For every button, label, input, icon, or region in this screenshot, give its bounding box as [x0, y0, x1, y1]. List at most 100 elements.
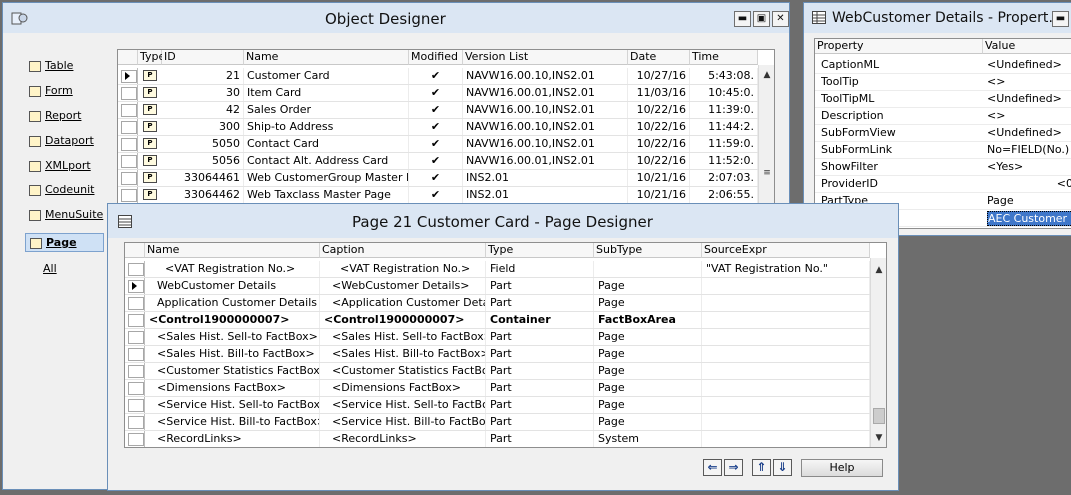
- nav-item-page[interactable]: Page: [25, 233, 104, 252]
- value-column-header[interactable]: Value: [983, 39, 1071, 54]
- object-row[interactable]: P 5050 Contact Card ✔ NAVW16.00.10,INS2.01 10…: [118, 136, 758, 153]
- pd-column-header-sourceexpr[interactable]: SourceExpr: [702, 243, 870, 258]
- control-row[interactable]: Application Customer Details <Application…: [125, 295, 870, 312]
- property-row[interactable]: CaptionML <Undefined>: [815, 57, 1071, 74]
- object-row[interactable]: P 42 Sales Order ✔ NAVW16.00.10,INS2.01 10/22…: [118, 102, 758, 119]
- property-value-cell[interactable]: <Undefined>: [987, 91, 1071, 107]
- row-selector[interactable]: [118, 153, 138, 169]
- move-up-button[interactable]: ⇑: [752, 459, 771, 476]
- close-button[interactable]: ✕: [772, 11, 789, 27]
- pd-scroll-down-icon[interactable]: ▼: [871, 430, 886, 447]
- move-left-button[interactable]: ⇐: [703, 459, 722, 476]
- row-selector[interactable]: [118, 187, 138, 203]
- nav-item-dataport[interactable]: Dataport: [29, 134, 94, 147]
- column-header-modified[interactable]: Modified: [409, 50, 463, 65]
- property-row[interactable]: ToolTipML <Undefined>: [815, 91, 1071, 108]
- row-selector[interactable]: [118, 85, 138, 101]
- help-button[interactable]: Help: [801, 459, 883, 477]
- row-selector[interactable]: [125, 397, 145, 413]
- control-row[interactable]: WebCustomer Details <WebCustomer Details>…: [125, 278, 870, 295]
- object-row[interactable]: P 30 Item Card ✔ NAVW16.00.01,INS2.01 11/03/1…: [118, 85, 758, 102]
- row-selector[interactable]: [118, 102, 138, 118]
- nav-item-xmlport[interactable]: XMLport: [29, 159, 91, 172]
- object-row[interactable]: P 21 Customer Card ✔ NAVW16.00.10,INS2.01 10/…: [118, 68, 758, 85]
- object-row[interactable]: P 33064462 Web Taxclass Master Page ✔ INS2.0…: [118, 187, 758, 204]
- nav-item-menusuite[interactable]: MenuSuite: [29, 208, 103, 221]
- properties-minimize-button[interactable]: ▬: [1052, 11, 1069, 27]
- property-value-cell[interactable]: <Undefined>: [987, 57, 1071, 73]
- control-row[interactable]: <Customer Statistics FactBox> <Customer S…: [125, 363, 870, 380]
- control-name-cell: <Sales Hist. Sell-to FactBox>: [145, 329, 320, 345]
- column-header-version-list[interactable]: Version List: [463, 50, 628, 65]
- nav-item-codeunit[interactable]: Codeunit: [29, 183, 94, 196]
- pd-column-header-name[interactable]: Name: [145, 243, 320, 258]
- minimize-button[interactable]: ▬: [734, 11, 751, 27]
- column-header-id[interactable]: ID: [162, 50, 244, 65]
- control-row[interactable]: <Sales Hist. Bill-to FactBox> <Sales Hist…: [125, 346, 870, 363]
- property-value-cell[interactable]: Page: [987, 193, 1071, 209]
- property-value-cell[interactable]: <>: [987, 74, 1071, 90]
- property-value-cell[interactable]: <>: [987, 108, 1071, 124]
- property-row[interactable]: SubFormLink No=FIELD(No.): [815, 142, 1071, 159]
- row-selector[interactable]: [118, 136, 138, 152]
- pd-column-header-subtype[interactable]: SubType: [594, 243, 702, 258]
- control-row[interactable]: <Service Hist. Sell-to FactBox> <Service …: [125, 397, 870, 414]
- object-row[interactable]: P 5056 Contact Alt. Address Card ✔ NAVW16.00…: [118, 153, 758, 170]
- property-column-header[interactable]: Property: [815, 39, 983, 54]
- column-header-date[interactable]: Date: [628, 50, 690, 65]
- object-row[interactable]: P 300 Ship-to Address ✔ NAVW16.00.10,INS2.01…: [118, 119, 758, 136]
- column-header-time[interactable]: Time: [690, 50, 758, 65]
- row-selector-box: [128, 416, 144, 429]
- property-row[interactable]: ProviderID <0: [815, 176, 1071, 193]
- control-row[interactable]: <Sales Hist. Sell-to FactBox> <Sales Hist…: [125, 329, 870, 346]
- object-designer-titlebar[interactable]: Object Designer ▬ ▣ ✕: [3, 3, 789, 33]
- page-designer-titlebar[interactable]: Page 21 Customer Card - Page Designer: [108, 204, 898, 238]
- pd-column-header-type[interactable]: Type: [486, 243, 594, 258]
- property-row[interactable]: SubFormView <Undefined>: [815, 125, 1071, 142]
- row-selector[interactable]: [118, 119, 138, 135]
- property-row[interactable]: ToolTip <>: [815, 74, 1071, 91]
- row-selector[interactable]: [125, 329, 145, 345]
- row-selector[interactable]: [118, 170, 138, 186]
- nav-item-all[interactable]: All: [43, 262, 57, 275]
- control-row[interactable]: <Service Hist. Bill-to FactBox> <Service …: [125, 414, 870, 431]
- row-selector[interactable]: [125, 346, 145, 362]
- scroll-up-icon[interactable]: ▲: [759, 67, 774, 84]
- control-row[interactable]: <VAT Registration No.> <VAT Registration …: [125, 261, 870, 278]
- row-selector[interactable]: [118, 68, 138, 84]
- column-header-type[interactable]: Type: [138, 50, 165, 65]
- row-selector[interactable]: [125, 380, 145, 396]
- property-value-cell[interactable]: AEC Customer P: [987, 211, 1071, 226]
- pd-scroll-thumb[interactable]: [873, 408, 885, 424]
- row-selector[interactable]: [125, 312, 145, 328]
- nav-item-table[interactable]: Table: [29, 59, 73, 72]
- control-row[interactable]: <Dimensions FactBox> <Dimensions FactBox>…: [125, 380, 870, 397]
- control-row[interactable]: <RecordLinks> <RecordLinks> Part System: [125, 431, 870, 447]
- property-value-cell[interactable]: <Yes>: [987, 159, 1071, 175]
- row-selector-box: [121, 155, 137, 168]
- property-value-cell[interactable]: No=FIELD(No.): [987, 142, 1071, 158]
- page-designer-scrollbar[interactable]: ▲ ▼: [870, 258, 886, 447]
- row-selector[interactable]: [125, 278, 145, 294]
- move-right-button[interactable]: ⇒: [724, 459, 743, 476]
- property-row[interactable]: ShowFilter <Yes>: [815, 159, 1071, 176]
- nav-item-form[interactable]: Form: [29, 84, 73, 97]
- object-row[interactable]: P 33064461 Web CustomerGroup Master P… ✔ INS…: [118, 170, 758, 187]
- row-selector[interactable]: [125, 414, 145, 430]
- maximize-button[interactable]: ▣: [753, 11, 770, 27]
- row-selector[interactable]: [125, 295, 145, 311]
- scroll-grip-icon[interactable]: ≡: [759, 165, 774, 182]
- property-value-cell[interactable]: <0: [987, 176, 1071, 192]
- column-header-name[interactable]: Name: [244, 50, 409, 65]
- pd-column-header-caption[interactable]: Caption: [320, 243, 486, 258]
- pd-scroll-up-icon[interactable]: ▲: [871, 262, 886, 279]
- nav-item-report[interactable]: Report: [29, 109, 81, 122]
- row-selector[interactable]: [125, 261, 145, 277]
- properties-titlebar[interactable]: WebCustomer Details - Propert… ▬: [804, 3, 1071, 33]
- control-row[interactable]: <Control1900000007> <Control1900000007> Co…: [125, 312, 870, 329]
- move-down-button[interactable]: ⇓: [773, 459, 792, 476]
- property-value-cell[interactable]: <Undefined>: [987, 125, 1071, 141]
- row-selector[interactable]: [125, 363, 145, 379]
- row-selector[interactable]: [125, 431, 145, 447]
- property-row[interactable]: Description <>: [815, 108, 1071, 125]
